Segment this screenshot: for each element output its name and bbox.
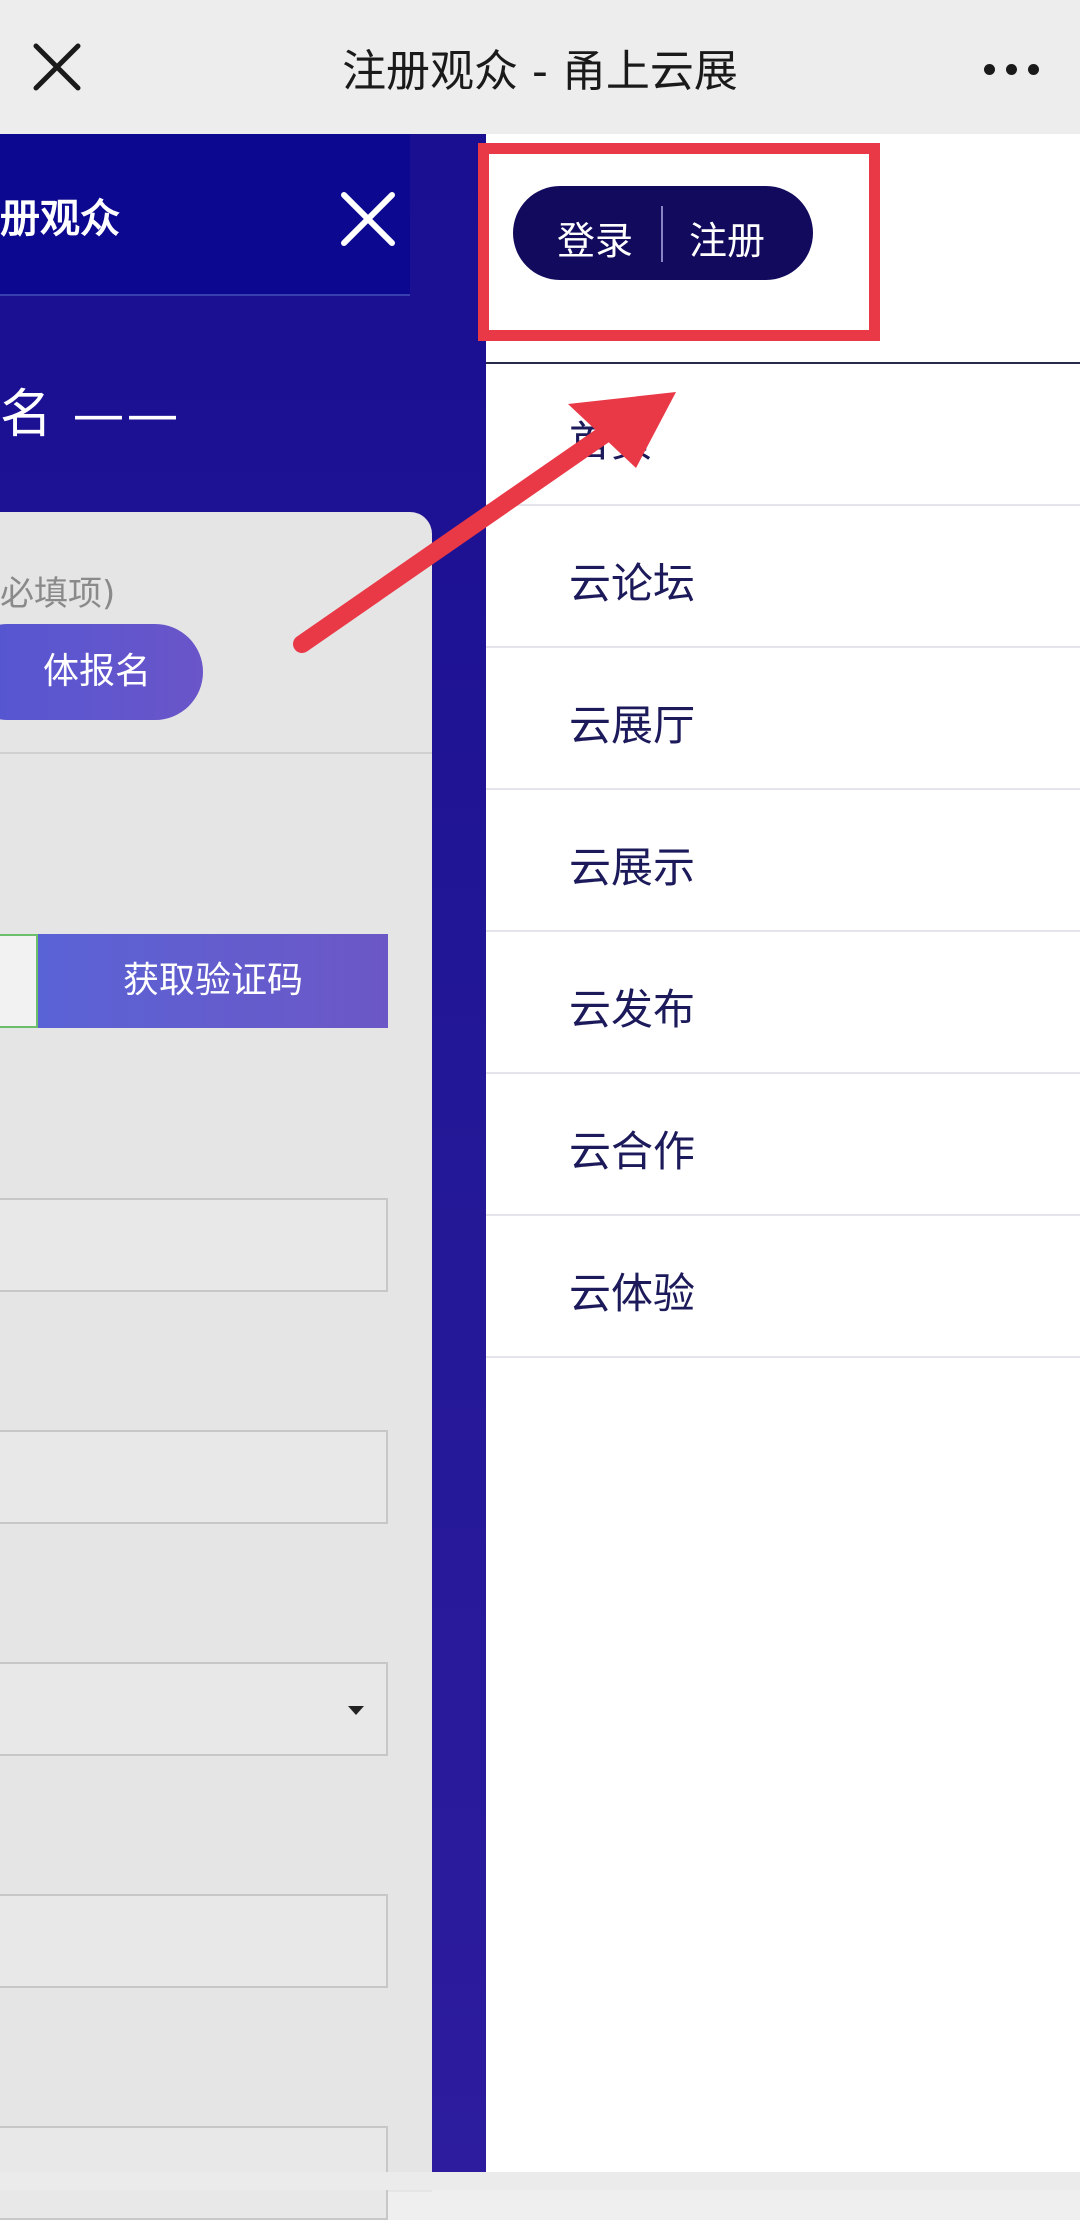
menu-item-label: 云展示	[569, 843, 696, 892]
select-field[interactable]	[0, 1662, 388, 1756]
registration-form: 必填项) 体报名 获取验证码	[0, 512, 432, 2220]
menu-item-label: 云论坛	[569, 559, 696, 608]
required-hint: 必填项)	[0, 574, 116, 614]
bottom-strip	[0, 2172, 1080, 2190]
get-code-button[interactable]: 获取验证码	[38, 934, 388, 1028]
form-field[interactable]	[0, 1198, 388, 1292]
menu-item-label: 云体验	[569, 1269, 696, 1318]
auth-pill: 登录 注册	[513, 186, 813, 280]
close-icon[interactable]	[338, 189, 398, 249]
menu-item-cooperation[interactable]: 云合作	[486, 1074, 1080, 1216]
registration-title: 册观众	[0, 196, 120, 242]
form-divider	[0, 752, 432, 754]
page-title: 注册观众 - 甬上云展	[342, 46, 738, 97]
menu-item-label: 云合作	[569, 1127, 696, 1176]
registration-page: 册观众 名 —— 必填项) 体报名 获取验证码	[0, 134, 486, 2220]
auth-separator	[661, 206, 663, 262]
phone-input[interactable]	[0, 934, 38, 1028]
register-link[interactable]: 注册	[689, 210, 765, 265]
section-heading: 名 ——	[0, 385, 181, 445]
menu-item-forum[interactable]: 云论坛	[486, 506, 1080, 648]
menu-item-hall[interactable]: 云展厅	[486, 648, 1080, 790]
close-icon[interactable]	[30, 40, 84, 94]
form-field[interactable]	[0, 1894, 388, 1988]
form-field[interactable]	[0, 1430, 388, 1524]
registration-header: 册观众	[0, 134, 410, 296]
menu-item-label: 云展厅	[569, 701, 696, 750]
top-bar: 注册观众 - 甬上云展	[0, 0, 1080, 134]
menu-item-home[interactable]: 首页	[486, 364, 1080, 506]
menu-item-release[interactable]: 云发布	[486, 932, 1080, 1074]
menu-item-label: 首页	[569, 417, 654, 466]
dropdown-arrow-icon	[348, 1706, 364, 1715]
login-link[interactable]: 登录	[557, 210, 633, 265]
nav-drawer: 登录 注册 首页 云论坛 云展厅 云展示 云发布 云合作 云体验	[486, 134, 1080, 2190]
more-dots-icon[interactable]	[984, 60, 1040, 76]
menu-item-experience[interactable]: 云体验	[486, 1216, 1080, 1358]
menu-item-label: 云发布	[569, 985, 696, 1034]
group-registration-button[interactable]: 体报名	[0, 624, 203, 720]
menu-item-display[interactable]: 云展示	[486, 790, 1080, 932]
